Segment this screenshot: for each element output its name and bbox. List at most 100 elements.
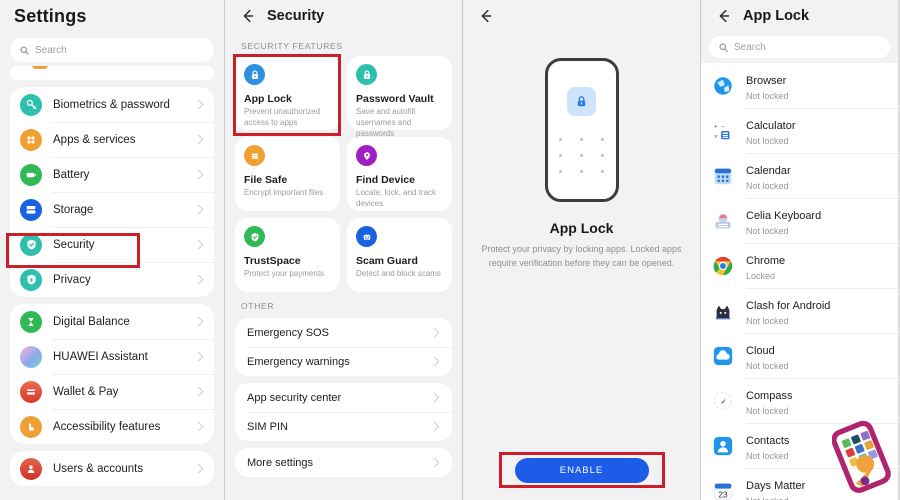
app-name: Calculator <box>746 119 796 132</box>
tile-file-safe[interactable]: File Safe Encrypt important files <box>235 137 340 211</box>
chevron-right-icon <box>193 204 204 215</box>
row-sim-pin[interactable]: SIM PIN <box>235 412 452 441</box>
sidebar-item-label: Biometrics & password <box>53 98 170 111</box>
chevron-right-icon <box>193 99 204 110</box>
tile-scam-guard[interactable]: Scam Guard Detect and block scams <box>347 218 452 292</box>
vault-lock-icon <box>356 64 377 85</box>
page-title: App Lock <box>743 8 810 24</box>
sidebar-item-huawei-assistant[interactable]: HUAWEI Assistant <box>10 339 214 374</box>
sidebar-item-users-accounts[interactable]: Users & accounts <box>10 451 214 486</box>
hourglass-icon <box>20 310 42 333</box>
applock-intro-header <box>463 0 700 32</box>
lock-badge-icon <box>567 87 596 116</box>
page-title: Security <box>267 8 325 24</box>
list-item[interactable]: Chrome Locked <box>701 243 898 288</box>
back-arrow-icon[interactable] <box>477 7 495 25</box>
chevron-right-icon <box>429 327 440 338</box>
back-arrow-icon[interactable] <box>715 7 733 25</box>
app-name: Chrome <box>746 254 786 267</box>
sidebar-item-label: Wallet & Pay <box>53 385 119 398</box>
chevron-right-icon <box>193 351 204 362</box>
row-emergency-warnings[interactable]: Emergency warnings <box>235 347 452 376</box>
chevron-right-icon <box>429 392 440 403</box>
partial-icon <box>32 66 48 69</box>
tile-title: Password Vault <box>356 93 434 105</box>
tile-password-vault[interactable]: Password Vault Save and autofill usernam… <box>347 56 452 138</box>
panel-security: Security SECURITY FEATURES App Lock Prev… <box>224 0 462 500</box>
tile-desc: Locate, lock, and track devices <box>356 188 437 208</box>
app-status: Not locked <box>746 315 789 326</box>
sidebar-item-accessibility[interactable]: Accessibility features <box>10 409 214 444</box>
svg-text:−: − <box>721 123 725 130</box>
row-label: More settings <box>247 456 314 469</box>
list-item[interactable]: Contacts Not locked <box>701 423 898 468</box>
tile-desc: Detect and block scams <box>356 269 441 278</box>
app-name: Compass <box>746 389 793 402</box>
tile-app-lock[interactable]: App Lock Prevent unauthorized access to … <box>235 56 340 130</box>
list-item[interactable]: Browser Not locked <box>701 63 898 108</box>
panel-applock-intro: App Lock Protect your privacy by locking… <box>462 0 700 500</box>
search-input[interactable]: Search <box>709 36 890 58</box>
other-group-1: Emergency SOS Emergency warnings <box>235 318 452 376</box>
trust-shield-icon <box>244 226 265 247</box>
sidebar-item-wallet-pay[interactable]: Wallet & Pay <box>10 374 214 409</box>
settings-group-1: Biometrics & password Apps & services Ba… <box>10 87 214 297</box>
sidebar-item-security[interactable]: Security <box>10 227 214 262</box>
sidebar-item-apps[interactable]: Apps & services <box>10 122 214 157</box>
scam-guard-icon <box>356 226 377 247</box>
sidebar-item-biometrics[interactable]: Biometrics & password <box>10 87 214 122</box>
panel-settings: Settings Search Biometrics & password Ap… <box>0 0 224 500</box>
search-placeholder: Search <box>35 44 67 56</box>
app-status: Not locked <box>746 90 789 101</box>
storage-icon <box>20 198 42 221</box>
app-status: Not locked <box>746 450 789 461</box>
app-status: Not locked <box>746 405 789 416</box>
search-input[interactable]: Search <box>10 38 214 62</box>
other-group-3: More settings <box>235 448 452 477</box>
row-more-settings[interactable]: More settings <box>235 448 452 477</box>
svg-text:×: × <box>714 133 718 140</box>
row-emergency-sos[interactable]: Emergency SOS <box>235 318 452 347</box>
list-item[interactable]: Clash for Android Not locked <box>701 288 898 333</box>
sidebar-item-battery[interactable]: Battery <box>10 157 214 192</box>
key-icon <box>20 93 42 116</box>
sidebar-item-storage[interactable]: Storage <box>10 192 214 227</box>
location-pin-icon <box>356 145 377 166</box>
chevron-right-icon <box>429 356 440 367</box>
list-item[interactable]: Compass Not locked <box>701 378 898 423</box>
chrome-icon <box>711 254 735 278</box>
hand-icon <box>20 415 42 438</box>
browser-globe-icon <box>711 74 735 98</box>
chevron-right-icon <box>193 169 204 180</box>
applock-hero: App Lock Protect your privacy by locking… <box>463 32 700 270</box>
tile-find-device[interactable]: Find Device Locate, lock, and track devi… <box>347 137 452 211</box>
list-item[interactable]: Calendar Not locked <box>701 153 898 198</box>
phone-illustration <box>544 58 619 202</box>
tile-title: Scam Guard <box>356 255 418 267</box>
panel-applock-list: App Lock Search Browser Not locked +−× <box>700 0 898 500</box>
wallet-icon <box>20 380 42 403</box>
tile-desc: Encrypt important files <box>244 188 324 197</box>
list-item[interactable]: 23 Days Matter Not locked <box>701 468 898 500</box>
chevron-right-icon <box>193 134 204 145</box>
sidebar-item-label: Accessibility features <box>53 420 161 433</box>
enable-button[interactable]: ENABLE <box>514 458 649 483</box>
tile-title: File Safe <box>244 174 288 186</box>
tile-trustspace[interactable]: TrustSpace Protect your payments <box>235 218 340 292</box>
file-safe-icon <box>244 145 265 166</box>
list-item[interactable]: + − × Calculator Not locked <box>701 108 898 153</box>
list-item[interactable]: Cloud Not locked <box>701 333 898 378</box>
row-app-security-center[interactable]: App security center <box>235 383 452 412</box>
keyboard-icon <box>711 209 735 233</box>
sidebar-item-digital-balance[interactable]: Digital Balance <box>10 304 214 339</box>
screenshot-stage: Settings Search Biometrics & password Ap… <box>0 0 900 500</box>
days-matter-icon: 23 <box>711 479 735 500</box>
section-security-features: SECURITY FEATURES <box>241 41 343 51</box>
sidebar-item-privacy[interactable]: Privacy <box>10 262 214 297</box>
applock-list-header: App Lock <box>701 0 898 32</box>
clash-cat-icon <box>711 299 735 323</box>
list-item[interactable]: Celia Keyboard Not locked <box>701 198 898 243</box>
partial-card-above[interactable] <box>10 66 214 80</box>
sidebar-item-label: Privacy <box>53 273 91 286</box>
back-arrow-icon[interactable] <box>239 7 257 25</box>
